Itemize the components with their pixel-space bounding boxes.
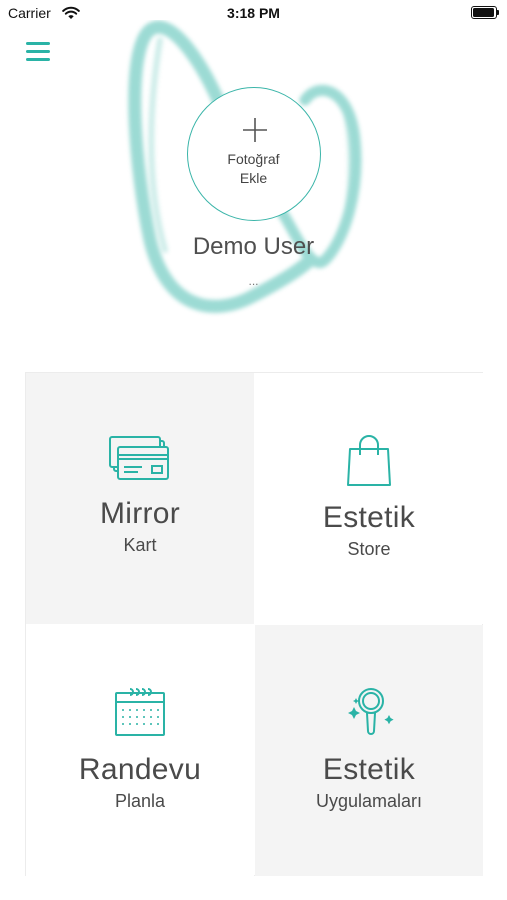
- menu-button[interactable]: [24, 40, 54, 64]
- tile-estetik-uygulamalari-title: Estetik: [322, 753, 416, 786]
- calendar-icon: [115, 688, 165, 736]
- tile-estetik-store-subtitle: Store: [347, 539, 391, 559]
- menu-grid: Mirror Kart Estetik Store Randevu Planla…: [25, 372, 483, 876]
- add-photo-label-line2: Ekle: [239, 170, 268, 186]
- clock: 3:18 PM: [227, 5, 280, 21]
- tile-estetik-store[interactable]: Estetik Store: [255, 373, 483, 624]
- plus-icon: [243, 118, 267, 142]
- tile-randevu-planla-subtitle: Planla: [114, 791, 166, 811]
- battery-icon: [471, 6, 499, 19]
- cards-icon: [109, 436, 169, 480]
- user-subtitle: ...: [248, 274, 259, 288]
- user-name: Demo User: [192, 233, 315, 260]
- tile-randevu-planla[interactable]: Randevu Planla: [26, 625, 254, 876]
- hand-mirror-icon: [348, 688, 394, 735]
- add-photo-button[interactable]: Fotoğraf Ekle: [187, 87, 321, 221]
- tile-mirror-kart-subtitle: Kart: [123, 535, 157, 555]
- tile-mirror-kart-title: Mirror: [99, 497, 181, 530]
- tile-randevu-planla-title: Randevu: [78, 753, 202, 786]
- add-photo-label: Fotoğraf Ekle: [188, 150, 319, 188]
- tile-estetik-uygulamalari-subtitle: Uygulamaları: [315, 791, 423, 811]
- tile-estetik-store-title: Estetik: [322, 501, 416, 534]
- tile-mirror-kart[interactable]: Mirror Kart: [26, 373, 254, 624]
- add-photo-label-line1: Fotoğraf: [227, 151, 280, 167]
- tile-estetik-uygulamalari[interactable]: Estetik Uygulamaları: [255, 625, 483, 876]
- shopping-bag-icon: [347, 435, 391, 486]
